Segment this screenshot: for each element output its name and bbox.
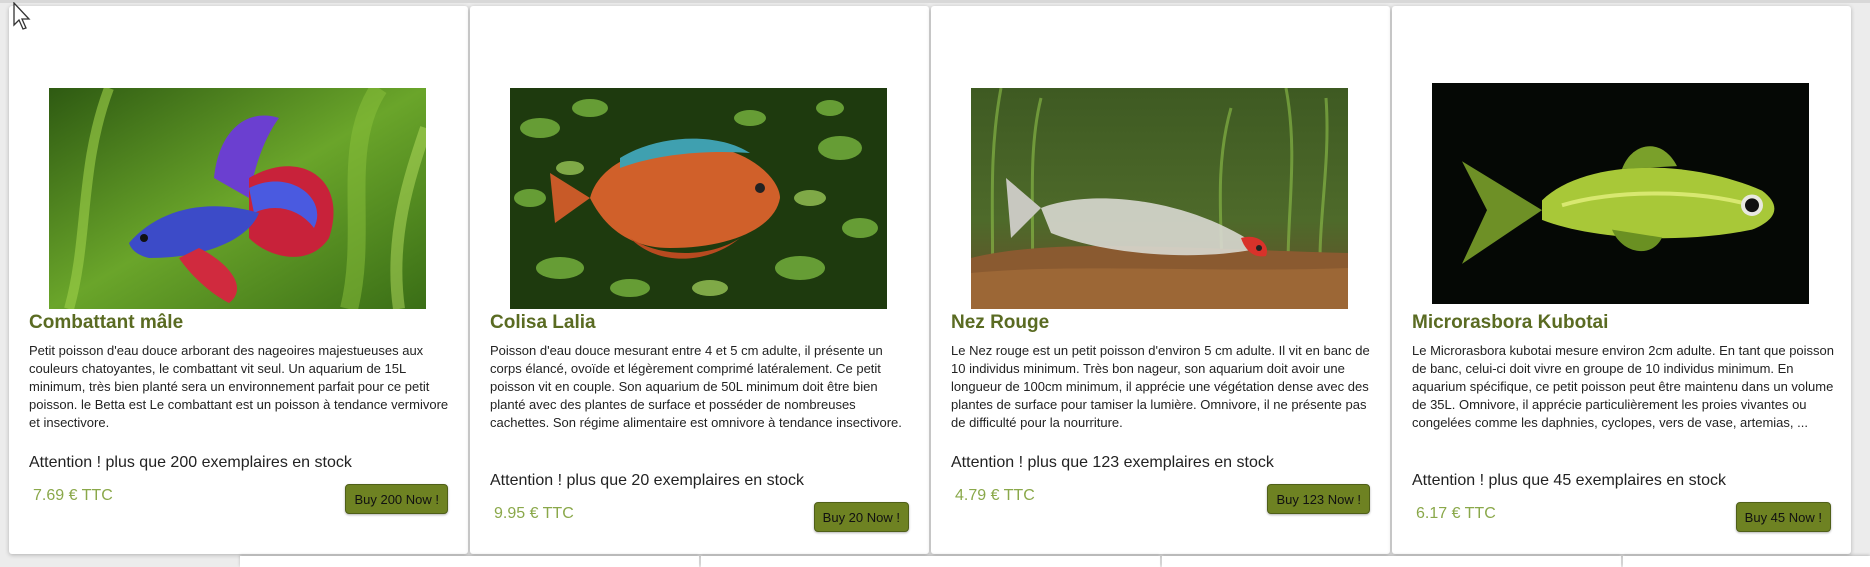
stock-warning: Attention ! plus que 20 exemplaires en s… [490,472,804,489]
product-card-partial [1623,556,1870,567]
product-price: 4.79 € TTC [955,487,1035,504]
microrasbora-fish-image [1432,83,1809,304]
product-price: 7.69 € TTC [33,487,113,504]
product-description: Poisson d'eau douce mesurant entre 4 et … [490,343,902,430]
stock-warning: Attention ! plus que 45 exemplaires en s… [1412,472,1726,489]
product-grid: Combattant mâle Petit poisson d'eau douc… [9,6,1857,554]
product-card-partial [701,556,1160,567]
product-title: Microrasbora Kubotai [1412,312,1609,333]
product-title: Colisa Lalia [490,312,596,333]
stock-warning: Attention ! plus que 123 exemplaires en … [951,454,1274,471]
product-description: Petit poisson d'eau douce arborant des n… [29,343,449,430]
product-description: Le Nez rouge est un petit poisson d'envi… [951,343,1370,430]
product-title: Nez Rouge [951,312,1050,333]
rummy-nose-tetra-image [971,88,1348,309]
product-card-partial [240,556,699,567]
product-price: 6.17 € TTC [1416,505,1496,522]
betta-fish-image [49,88,426,309]
buy-now-button[interactable]: Buy 45 Now ! [1735,502,1831,532]
product-card: Colisa Lalia Poisson d'eau douce mesuran… [470,6,929,554]
product-title: Combattant mâle [29,312,184,333]
next-row-cards [0,556,1870,567]
buy-now-button[interactable]: Buy 123 Now ! [1267,484,1370,514]
stock-warning: Attention ! plus que 200 exemplaires en … [29,454,352,471]
product-card: Combattant mâle Petit poisson d'eau douc… [9,6,468,554]
product-card: Microrasbora Kubotai Le Microrasbora kub… [1392,6,1851,554]
mouse-cursor-icon [13,2,31,30]
buy-now-button[interactable]: Buy 200 Now ! [345,484,448,514]
product-price: 9.95 € TTC [494,505,574,522]
top-border [0,0,1870,3]
buy-now-button[interactable]: Buy 20 Now ! [813,502,909,532]
product-card: Nez Rouge Le Nez rouge est un petit pois… [931,6,1390,554]
product-card-partial [1162,556,1621,567]
product-description: Le Microrasbora kubotai mesure environ 2… [1412,343,1835,430]
gourami-fish-image [510,88,887,309]
